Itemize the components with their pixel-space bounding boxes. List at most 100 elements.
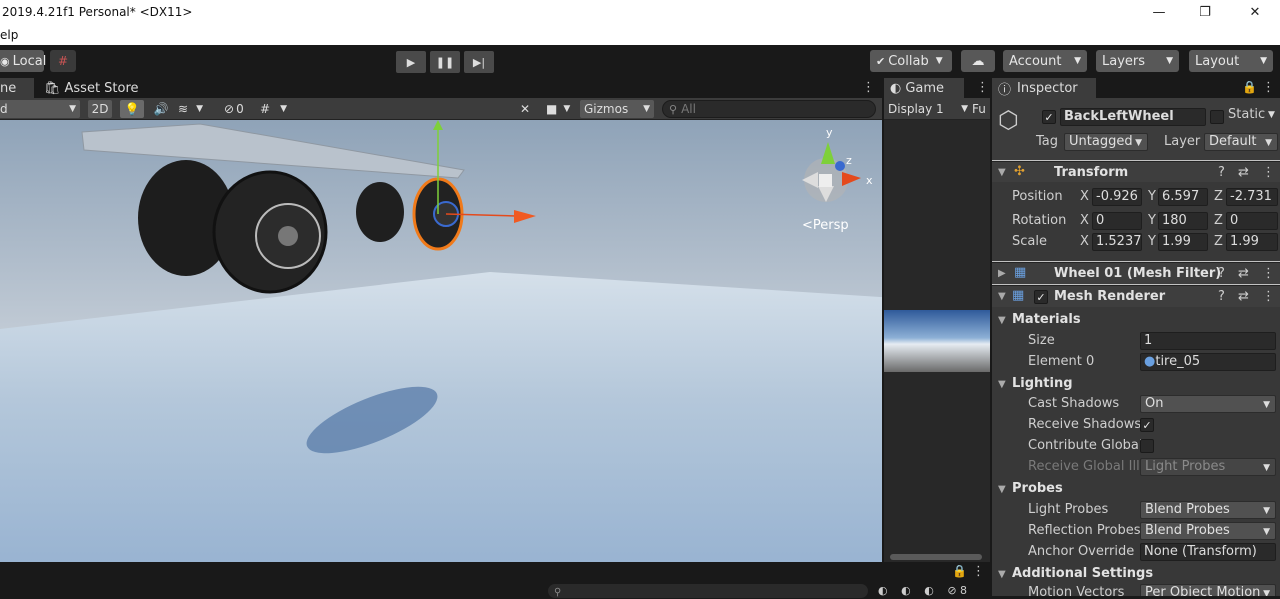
play-button[interactable]: ▶	[396, 51, 426, 73]
additional-foldout-icon[interactable]: ▼	[998, 569, 1006, 580]
receive-shadows-checkbox[interactable]: ✓	[1140, 418, 1154, 432]
transform-icon: ✣	[1014, 164, 1025, 179]
inspector-menu-icon[interactable]: ⋮	[1262, 80, 1275, 95]
scale-z-field[interactable]: 1.99	[1226, 233, 1278, 251]
layout-dropdown[interactable]: Layout	[1189, 50, 1273, 72]
transform-header[interactable]: ▼ ✣ Transform ? ⇄ ⋮	[992, 161, 1280, 182]
materials-foldout-icon[interactable]: ▼	[998, 315, 1006, 326]
light-probes-dropdown[interactable]: Blend Probes	[1140, 501, 1276, 519]
materials-size-field[interactable]: 1	[1140, 332, 1276, 350]
orientation-gizmo[interactable]	[802, 142, 861, 202]
pivot-local-button[interactable]: ◉ Local	[0, 50, 46, 72]
settings-sliders-icon[interactable]: ⇄	[1238, 266, 1249, 281]
gizmo-y-label: y	[826, 126, 833, 139]
mesh-filter-header[interactable]: ▶ ▦ Wheel 01 (Mesh Filter) ? ⇄ ⋮	[992, 262, 1280, 284]
title-bar: 2019.4.21f1 Personal* <DX11> — ❐ ✕	[0, 0, 1280, 25]
mesh-renderer-header[interactable]: ▼ ▦ ✓ Mesh Renderer ? ⇄ ⋮	[992, 285, 1280, 307]
close-button[interactable]: ✕	[1232, 0, 1278, 25]
tab-asset-store[interactable]: 🛍 Asset Store	[38, 78, 145, 98]
motion-vectors-dropdown[interactable]: Per Object Motion	[1140, 584, 1276, 596]
scale-x-field[interactable]: 1.5237	[1092, 233, 1142, 251]
maximize-button[interactable]: ❐	[1182, 0, 1228, 25]
grid-snap-button[interactable]: #	[50, 50, 76, 72]
lock-icon[interactable]: 🔒	[1242, 80, 1257, 94]
foldout-arrow-icon[interactable]: ▼	[998, 167, 1006, 178]
position-x-field[interactable]: -0.926	[1092, 188, 1142, 206]
scene-tab-menu-icon[interactable]: ⋮	[862, 80, 875, 95]
rotation-x-field[interactable]: 0	[1092, 212, 1142, 230]
menu-help[interactable]: elp	[0, 28, 18, 42]
pause-button[interactable]: ❚❚	[430, 51, 460, 73]
wheel-front-left[interactable]	[138, 160, 328, 294]
lightbulb-icon: 💡	[124, 102, 140, 116]
scene-viewport[interactable]: y z x <Persp	[0, 120, 882, 562]
tools-button[interactable]: ✕	[520, 100, 538, 118]
position-z-field[interactable]: -2.731	[1226, 188, 1278, 206]
console-error-icon[interactable]: ◐	[924, 584, 934, 597]
tab-scene[interactable]: ne	[0, 78, 34, 98]
console-warning-icon[interactable]: ◐	[901, 584, 911, 597]
game-viewport[interactable]	[884, 120, 990, 562]
layers-dropdown[interactable]: Layers	[1096, 50, 1179, 72]
scale-x-label: X	[1080, 234, 1089, 249]
anchor-override-field[interactable]: None (Transform)	[1140, 543, 1276, 561]
settings-sliders-icon[interactable]: ⇄	[1238, 165, 1249, 180]
tab-game[interactable]: ◐ Game	[884, 78, 964, 98]
2d-toggle[interactable]: 2D	[88, 100, 112, 118]
layer-dropdown[interactable]: Default	[1204, 133, 1278, 151]
shading-mode-dropdown[interactable]: d ▼	[0, 100, 80, 118]
effects-dropdown[interactable]: ≋ ▼	[178, 100, 218, 118]
collab-dropdown[interactable]: ✔ Collab	[870, 50, 952, 72]
rotation-y-field[interactable]: 180	[1158, 212, 1208, 230]
help-icon[interactable]: ?	[1218, 266, 1225, 281]
object-name-field[interactable]: BackLeftWheel	[1060, 108, 1206, 126]
settings-sliders-icon[interactable]: ⇄	[1238, 289, 1249, 304]
scale-y-field[interactable]: 1.99	[1158, 233, 1208, 251]
tag-dropdown[interactable]: Untagged	[1064, 133, 1148, 151]
grid-dropdown[interactable]: # ▼	[260, 100, 300, 118]
persp-label[interactable]: <Persp	[802, 218, 849, 233]
element0-field[interactable]: ●tire_05	[1140, 353, 1276, 371]
account-dropdown[interactable]: Account	[1003, 50, 1087, 72]
help-icon[interactable]: ?	[1218, 165, 1225, 180]
minimize-button[interactable]: —	[1136, 0, 1182, 25]
static-checkbox[interactable]	[1210, 110, 1224, 124]
shopping-bag-icon: 🛍	[44, 80, 61, 96]
foldout-arrow-icon[interactable]: ▶	[998, 268, 1006, 279]
wheel-back-left-selected[interactable]	[412, 120, 536, 251]
component-menu-icon[interactable]: ⋮	[1262, 289, 1275, 304]
contribute-gi-checkbox[interactable]	[1140, 439, 1154, 453]
board-deck[interactable]	[81, 123, 465, 179]
mesh-renderer-enabled-checkbox[interactable]: ✓	[1034, 290, 1048, 304]
lighting-toggle[interactable]: 💡	[120, 100, 144, 118]
help-icon[interactable]: ?	[1218, 289, 1225, 304]
active-checkbox[interactable]: ✓	[1042, 110, 1056, 124]
camera-dropdown[interactable]: ■ ▼	[546, 100, 578, 118]
display-dropdown[interactable]: Display 1 ▼	[888, 100, 968, 118]
game-scrollbar[interactable]	[890, 554, 982, 560]
static-dropdown-arrow[interactable]: ▼	[1268, 110, 1275, 120]
gizmos-dropdown[interactable]: Gizmos ▼	[580, 100, 654, 118]
game-tab-menu-icon[interactable]: ⋮	[976, 80, 989, 95]
tab-inspector[interactable]: ⓘ Inspector	[992, 78, 1096, 98]
light-probes-label: Light Probes	[1028, 502, 1109, 517]
rotation-z-field[interactable]: 0	[1226, 212, 1278, 230]
position-y-field[interactable]: 6.597	[1158, 188, 1208, 206]
reflection-probes-dropdown[interactable]: Blend Probes	[1140, 522, 1276, 540]
foldout-arrow-icon[interactable]: ▼	[998, 291, 1006, 302]
lighting-foldout-icon[interactable]: ▼	[998, 379, 1006, 390]
probes-foldout-icon[interactable]: ▼	[998, 484, 1006, 495]
cast-shadows-dropdown[interactable]: On	[1140, 395, 1276, 413]
console-info-icon[interactable]: ◐	[878, 584, 888, 597]
step-button[interactable]: ▶|	[464, 51, 494, 73]
scene-search-input[interactable]: ⚲ All	[662, 100, 876, 118]
component-menu-icon[interactable]: ⋮	[1262, 165, 1275, 180]
hidden-objects-icon[interactable]: ⊘	[947, 584, 956, 597]
scene-visibility-toggle[interactable]: ⊘ 0	[224, 100, 256, 118]
component-menu-icon[interactable]: ⋮	[1262, 266, 1275, 281]
audio-toggle[interactable]: 🔊	[150, 100, 172, 118]
wheel-back-right[interactable]	[356, 182, 404, 242]
lock-icon[interactable]: 🔒	[952, 564, 967, 578]
bottom-menu-icon[interactable]: ⋮	[972, 564, 985, 579]
cloud-button[interactable]: ☁	[961, 50, 995, 72]
